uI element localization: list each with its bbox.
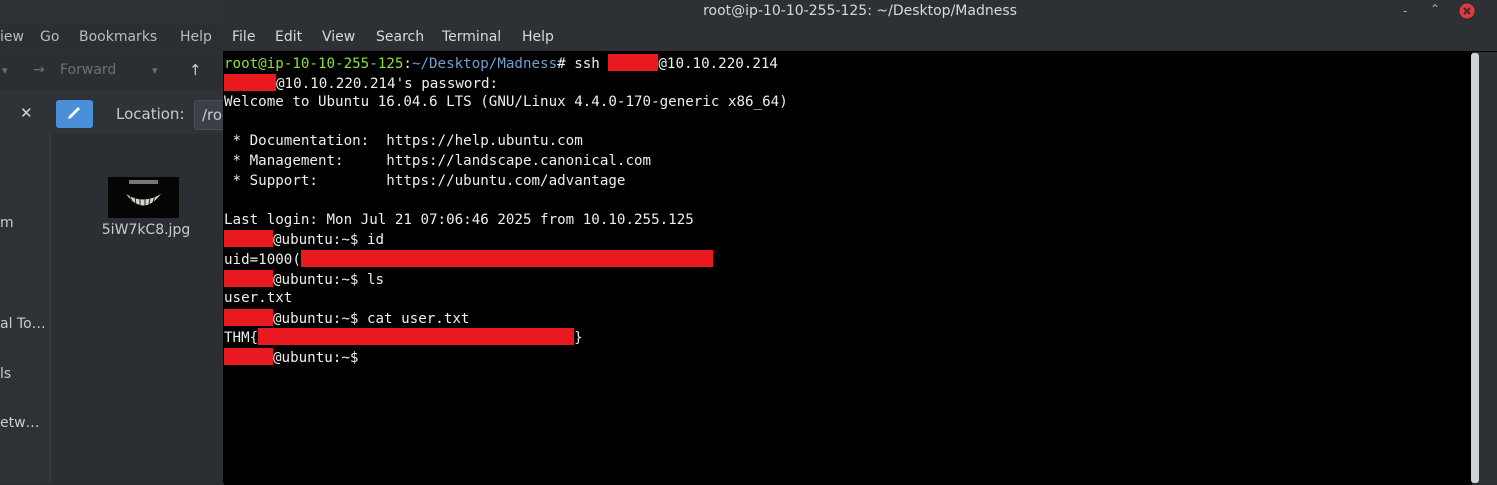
file-manager-toolbar: ▾ → Forward ▾ ↑: [0, 54, 230, 90]
redaction: [224, 73, 276, 91]
redaction: [258, 328, 575, 346]
close-icon[interactable]: [1459, 3, 1475, 19]
sidebar-item-home[interactable]: m: [0, 215, 14, 231]
terminal-line: @ubuntu:~$ ls: [224, 269, 1472, 290]
location-bar: ✕ Location: /ro: [0, 94, 232, 134]
file-thumbnail[interactable]: [108, 177, 179, 218]
file-manager-menubar: iew Go Bookmarks Help: [0, 24, 230, 52]
window-title: root@ip-10-10-255-125: ~/Desktop/Madness: [703, 3, 1017, 19]
pencil-icon: [68, 107, 80, 119]
menu-view[interactable]: iew: [0, 29, 24, 45]
location-label: Location:: [116, 105, 185, 123]
grin-image-icon: [126, 180, 161, 206]
terminal-line: @ubuntu:~$ cat user.txt: [224, 308, 1472, 329]
sidebar-item-downloads[interactable]: ls: [0, 366, 11, 382]
file-list: 5iW7kC8.jpg: [51, 134, 231, 483]
terminal-line: Last login: Mon Jul 21 07:06:46 2025 fro…: [224, 211, 694, 228]
menu-terminal[interactable]: Terminal: [442, 29, 501, 45]
menu-view[interactable]: View: [322, 29, 355, 45]
redaction: [608, 54, 659, 71]
redaction: [300, 249, 713, 267]
menu-search[interactable]: Search: [376, 29, 424, 45]
menu-edit[interactable]: Edit: [275, 29, 302, 45]
redaction: [224, 308, 273, 326]
edit-location-button[interactable]: [56, 100, 93, 128]
close-icon[interactable]: ✕: [20, 104, 33, 122]
back-dropdown-icon[interactable]: ▾: [2, 64, 8, 77]
terminal-line: user.txt: [224, 290, 293, 307]
forward-dropdown-icon[interactable]: ▾: [152, 64, 158, 77]
title-bar: root@ip-10-10-255-125: ~/Desktop/Madness…: [223, 0, 1497, 24]
up-arrow-icon[interactable]: ↑: [189, 61, 202, 79]
forward-button[interactable]: Forward: [60, 62, 116, 78]
file-manager-window: iew Go Bookmarks Help ▾ → Forward ▾ ↑ ✕ …: [0, 0, 232, 483]
places-sidebar: m al To… ls etw…: [0, 134, 51, 483]
terminal-line: * Documentation: https://help.ubuntu.com: [224, 133, 583, 150]
menu-help[interactable]: Help: [522, 29, 554, 45]
terminal-line: @ubuntu:~$ id: [224, 230, 1472, 250]
terminal-line: THM{}: [224, 328, 583, 347]
terminal-line: * Management: https://landscape.canonica…: [224, 152, 652, 169]
menu-file[interactable]: File: [232, 29, 255, 45]
menu-help[interactable]: Help: [180, 29, 212, 45]
redaction: [224, 269, 273, 287]
terminal-line: Welcome to Ubuntu 16.04.6 LTS (GNU/Linux…: [224, 94, 788, 111]
sidebar-item-network[interactable]: etw…: [0, 415, 40, 431]
file-name[interactable]: 5iW7kC8.jpg: [96, 222, 196, 238]
terminal-window: root@ip-10-10-255-125: ~/Desktop/Madness…: [223, 0, 1497, 485]
terminal-output[interactable]: root@ip-10-10-255-125:~/Desktop/Madness#…: [224, 52, 1472, 485]
terminal-menubar: File Edit View Search Terminal Help: [223, 24, 1497, 51]
menu-go[interactable]: Go: [40, 29, 59, 45]
terminal-line: @ubuntu:~$: [224, 347, 1472, 368]
terminal-line: * Support: https://ubuntu.com/advantage: [224, 172, 626, 189]
terminal-line: @10.10.220.214's password:: [224, 73, 1472, 94]
menu-bookmarks[interactable]: Bookmarks: [79, 29, 157, 45]
minimize-icon[interactable]: -: [1403, 4, 1407, 18]
sidebar-item-tools[interactable]: al To…: [0, 316, 46, 332]
terminal-line: uid=1000(: [224, 249, 1472, 270]
scrollbar-thumb[interactable]: [1471, 53, 1479, 483]
redaction: [224, 347, 273, 365]
terminal-line: root@ip-10-10-255-125:~/Desktop/Madness#…: [224, 54, 778, 72]
maximize-icon[interactable]: ⌃: [1430, 2, 1440, 16]
redaction: [224, 230, 273, 248]
forward-arrow-icon[interactable]: →: [33, 62, 45, 78]
